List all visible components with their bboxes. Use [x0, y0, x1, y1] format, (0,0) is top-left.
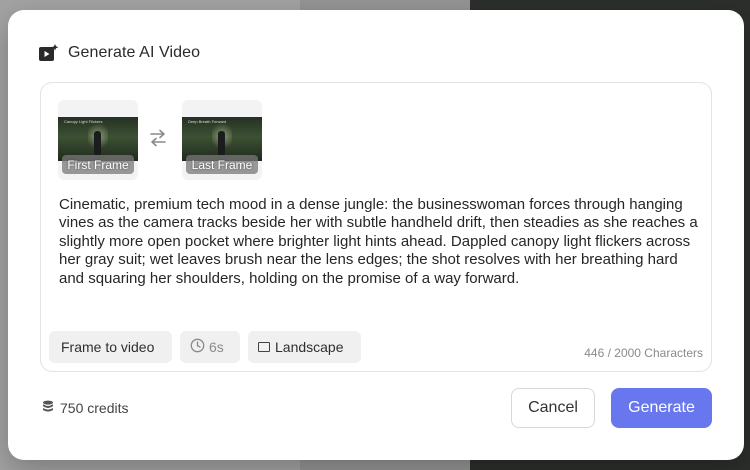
cancel-button[interactable]: Cancel — [511, 388, 595, 428]
orientation-selector[interactable]: Landscape — [248, 331, 361, 363]
generate-button[interactable]: Generate — [611, 388, 712, 428]
video-sparkle-icon — [39, 44, 59, 62]
first-frame-label: First Frame — [62, 155, 134, 174]
prompt-textarea[interactable]: Cinematic, premium tech mood in a dense … — [59, 196, 699, 288]
credits-value: 750 credits — [60, 400, 129, 416]
prompt-panel: Canopy Light Flickers First Frame Deep B… — [40, 82, 712, 372]
last-frame-label: Last Frame — [186, 155, 258, 174]
database-coins-icon — [42, 400, 54, 416]
duration-selector[interactable]: 6s — [180, 331, 240, 363]
mode-selector[interactable]: Frame to video — [49, 331, 172, 363]
last-frame-thumbnail[interactable]: Deep Breath Forward Last Frame — [182, 100, 262, 180]
credits-display: 750 credits — [42, 400, 128, 416]
landscape-rect-icon — [258, 342, 270, 352]
dialog-header: Generate AI Video — [39, 44, 200, 62]
generate-video-dialog: Generate AI Video Canopy Light Flickers … — [8, 10, 744, 460]
first-frame-thumbnail[interactable]: Canopy Light Flickers First Frame — [58, 100, 138, 180]
orientation-value: Landscape — [275, 339, 344, 355]
first-frame-caption: Canopy Light Flickers — [64, 119, 103, 124]
character-count: 446 / 2000 Characters — [584, 346, 703, 360]
duration-value: 6s — [209, 339, 224, 355]
last-frame-caption: Deep Breath Forward — [188, 119, 227, 124]
swap-arrows-icon[interactable] — [149, 129, 167, 152]
clock-icon — [190, 338, 205, 356]
dialog-title: Generate AI Video — [68, 44, 201, 61]
